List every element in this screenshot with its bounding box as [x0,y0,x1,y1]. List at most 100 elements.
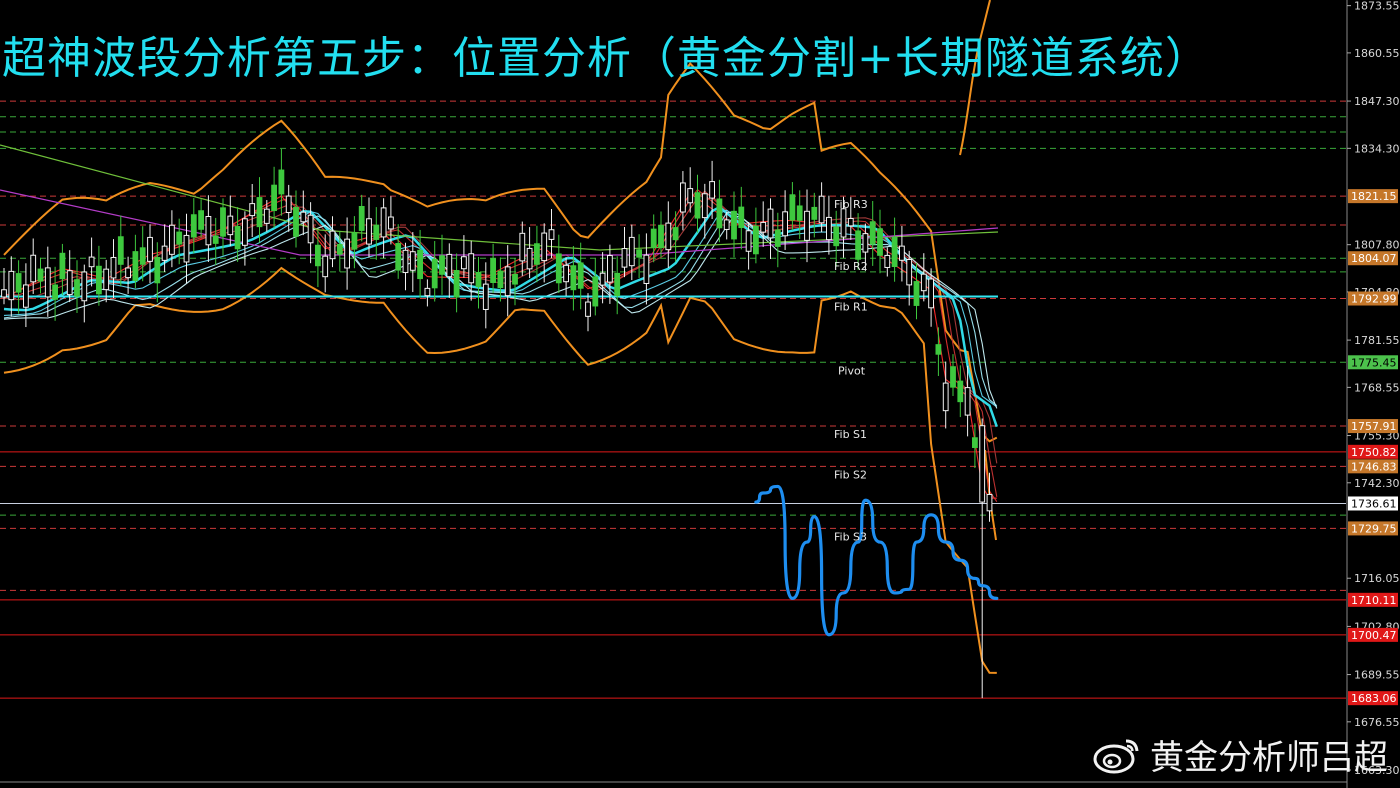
candle-body [256,197,263,228]
candle-body [972,437,978,448]
candle-body [446,253,453,278]
candle-body [439,255,445,275]
candle-body [694,192,701,219]
axis-tick-label: 1807.80 [1354,239,1400,252]
candle-body [431,259,438,289]
price-axis: 1873.551860.551847.301834.301807.801794.… [0,0,1400,788]
candle-body [548,229,555,240]
candle-body [709,181,716,199]
candle-body [23,284,29,308]
candle-body [30,254,37,283]
axis-tick-label: 1834.30 [1354,142,1400,155]
candle-body [789,194,796,221]
candle-body [154,256,161,284]
candle-body [409,251,416,271]
pivot-label: Fib S2 [834,468,867,481]
candle-body [468,253,475,284]
candle-body [380,207,387,238]
price-tag-label: 1750.82 [1351,446,1397,459]
candle-body [658,224,664,249]
forecast-line [754,484,999,637]
horizontal-levels [0,100,1346,699]
candle-body [395,243,402,271]
pivot-label: Fib S3 [834,530,867,543]
candle-body [745,230,752,252]
axis-tick-label: 1716.05 [1354,572,1400,585]
candle-body [928,278,935,309]
pivot-label: Fib S1 [834,428,867,441]
candle-body [490,258,497,283]
pivot-label: Fib R3 [834,198,868,211]
watermark: 黄金分析师吕超 [1092,730,1388,779]
candle-body [373,224,380,240]
candle-body [59,252,66,280]
pivot-label: Pivot [838,364,866,377]
chart-title: 超神波段分析第五步：位置分析（黄金分割+长期隧道系统） [2,33,1210,84]
price-tag-label: 1792.99 [1351,293,1397,306]
candle-body [738,206,745,229]
candle-body [44,267,51,298]
candle-body [351,232,358,250]
upper-band-line [3,62,998,443]
candle-body [263,208,270,224]
candle-body [716,198,723,229]
candle-body [453,270,460,298]
price-tag-label: 1804.07 [1351,252,1397,265]
candle-body [388,216,394,230]
pivot-label: Fib R2 [834,260,868,273]
candle-body [344,238,351,269]
candle-body [862,233,869,253]
candle-body [249,203,256,217]
candle-body [636,249,643,258]
candle-body [125,267,131,279]
candle-body [950,366,956,388]
candle-body [935,344,942,355]
candle-body [577,262,584,289]
candle-body [891,236,898,268]
candle-body [526,247,533,270]
axis-tick-label: 1860.55 [1354,47,1400,60]
candle-body [497,270,504,289]
tunnel-line [3,195,998,464]
candle-body [599,272,606,286]
candle-body [307,214,314,244]
candle-body [169,224,175,255]
candle-body [402,249,409,274]
candle-body [139,247,146,265]
candle-body [74,279,80,297]
pivot-label: Fib R1 [834,301,868,314]
candle-body [774,229,781,247]
candle-body [482,283,489,310]
candle-body [847,217,854,227]
candle-body [88,256,95,268]
candle-body [869,221,876,245]
candle-body [271,184,278,212]
candle-body [899,245,905,261]
candle-body [293,206,299,237]
candle-body [855,230,862,260]
candle-body [920,273,927,292]
candle-body [592,276,599,307]
candle-body [315,244,321,267]
candle-body [205,216,212,246]
candle-body [723,219,730,230]
tunnel-line [3,190,998,497]
candle-body [504,266,511,297]
candle-body [672,227,679,241]
tunnel-line [3,188,998,503]
candle-body [701,193,708,219]
axis-tick-label: 1742.30 [1354,477,1400,490]
candle-body [753,225,759,255]
candle-body [877,228,883,256]
candle-body [782,211,789,237]
axis-tick-label: 1781.55 [1354,334,1400,347]
candle-body [555,253,562,284]
price-tag-label: 1775.45 [1351,356,1397,369]
axis-tick-label: 1689.55 [1354,669,1400,682]
candle-body [176,231,183,245]
candle-body [278,169,285,195]
candle-body [1,289,7,298]
watermark-text: 黄金分析师吕超 [1150,738,1388,778]
candle-body [234,226,241,250]
candle-body [906,259,913,286]
